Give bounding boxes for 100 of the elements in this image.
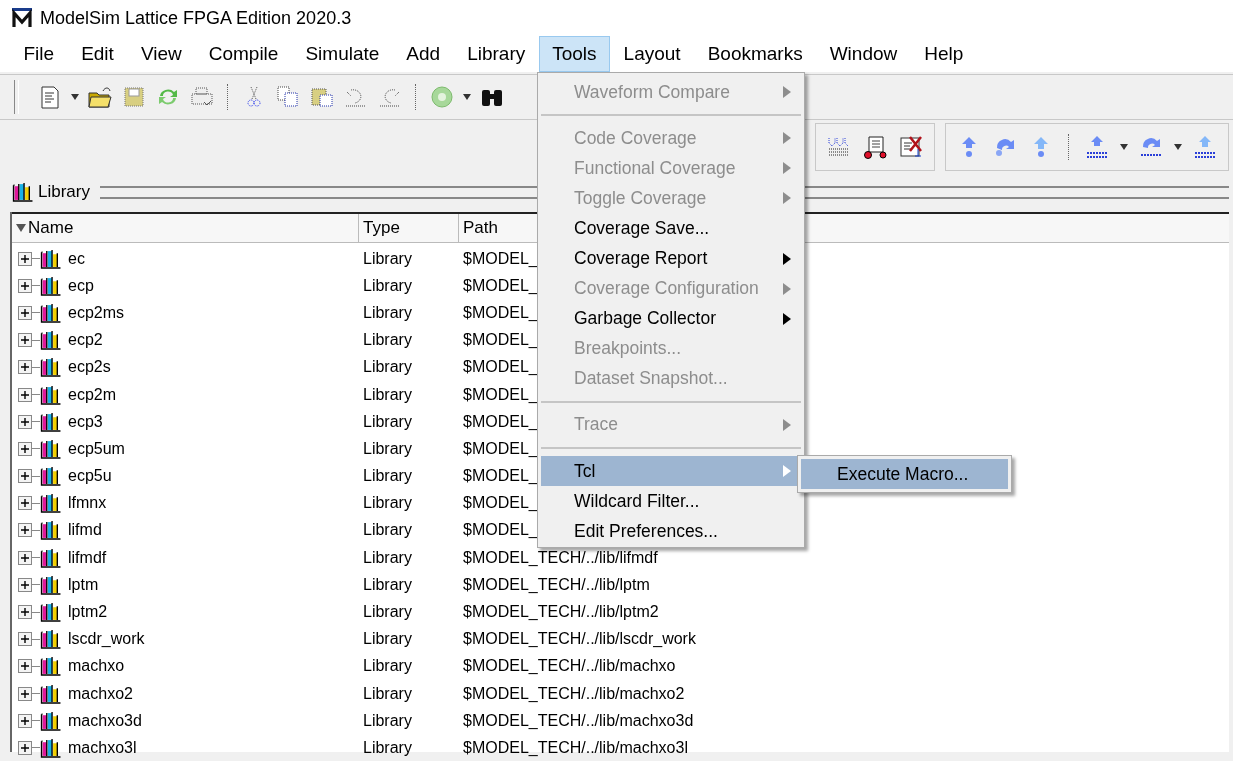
- library-name[interactable]: ecp2m: [68, 385, 117, 404]
- column-header[interactable]: Type: [359, 214, 459, 242]
- library-name[interactable]: ecp: [68, 276, 94, 295]
- expand-icon[interactable]: [18, 577, 32, 592]
- expand-icon[interactable]: [18, 305, 32, 320]
- menu-item[interactable]: Bookmarks: [694, 36, 817, 72]
- step-down-icon[interactable]: [1084, 134, 1110, 160]
- expand-icon[interactable]: [18, 496, 32, 511]
- expand-icon[interactable]: [18, 333, 32, 348]
- dropdown-caret-icon[interactable]: [1120, 144, 1128, 150]
- expand-icon[interactable]: [18, 632, 32, 647]
- library-name[interactable]: machxo: [68, 657, 125, 676]
- menu-item[interactable]: File: [10, 36, 68, 72]
- menu-label: Breakpoints...: [574, 338, 681, 360]
- table-cell-text: Library: [362, 603, 413, 622]
- table-cell-text: Library: [362, 385, 413, 404]
- library-icon: [40, 710, 62, 731]
- library-name[interactable]: lifmdf: [68, 548, 107, 567]
- copy-icon[interactable]: [275, 84, 301, 110]
- library-icon: [40, 275, 62, 296]
- expand-icon[interactable]: [18, 740, 32, 755]
- library-name[interactable]: ecp5u: [68, 467, 112, 486]
- expand-icon[interactable]: [18, 414, 32, 429]
- menu-item[interactable]: Help: [910, 36, 977, 72]
- sort-caret-icon[interactable]: [16, 223, 26, 233]
- menu-item[interactable]: Edit Preferences...: [541, 516, 801, 547]
- menu-item[interactable]: Simulate: [291, 36, 393, 72]
- library-name[interactable]: lifmd: [68, 521, 102, 540]
- expand-icon[interactable]: [18, 686, 32, 701]
- menu-item[interactable]: Edit: [67, 36, 128, 72]
- library-icon: [40, 737, 62, 758]
- column-header[interactable]: Path: [463, 218, 498, 238]
- table-cell-text: Library: [362, 358, 413, 377]
- library-name[interactable]: ec: [68, 249, 85, 268]
- expand-icon[interactable]: [18, 713, 32, 728]
- library-name[interactable]: machxo2: [68, 684, 133, 703]
- expand-icon[interactable]: [18, 387, 32, 402]
- library-name[interactable]: lptm2: [68, 603, 108, 622]
- expand-icon[interactable]: [18, 360, 32, 375]
- table-cell-text: $MODEL_TECH/../lib/machxo3d: [462, 711, 694, 730]
- dropdown-caret-icon[interactable]: [463, 94, 471, 100]
- library-name[interactable]: lscdr_work: [68, 630, 145, 649]
- menu-label: Waveform Compare: [574, 81, 730, 103]
- menu-item[interactable]: Garbage Collector: [541, 303, 801, 334]
- menu-label: Coverage Save...: [574, 217, 710, 239]
- library-name[interactable]: lptm: [68, 575, 99, 594]
- table-cell-text: $MODEL_TECH/../lib/lifmdf: [462, 548, 658, 567]
- expand-icon[interactable]: [18, 469, 32, 484]
- library-icon: [40, 520, 62, 541]
- menu-label: Tcl: [574, 460, 596, 482]
- menu-item[interactable]: Coverage Save...: [541, 213, 801, 244]
- library-name[interactable]: machxo3l: [68, 738, 137, 757]
- table-cell-text: Library: [362, 738, 413, 757]
- library-icon: [40, 602, 62, 623]
- expand-icon[interactable]: [18, 659, 32, 674]
- library-name[interactable]: ecp2: [68, 331, 103, 350]
- menu-item[interactable]: Window: [816, 36, 911, 72]
- library-icon: [40, 629, 62, 650]
- library-name[interactable]: machxo3d: [68, 711, 142, 730]
- menu-item[interactable]: Execute Macro...: [801, 459, 1008, 489]
- table-cell-text: Library: [362, 684, 413, 703]
- library-name[interactable]: ecp5um: [68, 439, 125, 458]
- table-cell-text: $MODEL_: [462, 412, 538, 431]
- expand-icon[interactable]: [18, 605, 32, 620]
- menu-item[interactable]: Compile: [195, 36, 292, 72]
- menu-item[interactable]: Wildcard Filter...: [541, 486, 801, 517]
- folder-icon[interactable]: [87, 84, 113, 110]
- step-up-icon[interactable]: [1192, 134, 1218, 160]
- window-title: ModelSim Lattice FPGA Edition 2020.3: [40, 7, 352, 29]
- dropdown-caret-icon[interactable]: [71, 94, 79, 100]
- scroll-cart-icon[interactable]: [862, 134, 888, 160]
- expand-icon[interactable]: [18, 523, 32, 538]
- document-x-icon[interactable]: [898, 134, 924, 160]
- table-cell-text: Library: [362, 657, 413, 676]
- dropdown-caret-icon[interactable]: [1174, 144, 1182, 150]
- expand-icon[interactable]: [18, 278, 32, 293]
- menu-item[interactable]: Tools: [538, 36, 611, 72]
- menu-label: Code Coverage: [574, 127, 697, 149]
- table-cell-text: $MODEL_TECH/../lib/machxo2: [462, 684, 685, 703]
- table-cell-text: $MODEL_TECH/../lib/lptm2: [462, 603, 659, 622]
- menu-item[interactable]: Add: [392, 36, 454, 72]
- table-cell-text: Library: [362, 548, 413, 567]
- library-name[interactable]: ecp2s: [68, 358, 111, 377]
- column-label: Name: [28, 218, 74, 238]
- menu-item[interactable]: Layout: [610, 36, 695, 72]
- expand-icon[interactable]: [18, 251, 32, 266]
- library-icon: [12, 182, 34, 202]
- table-cell-text: Library: [362, 494, 413, 513]
- library-name[interactable]: lfmnx: [68, 494, 107, 513]
- menu-item[interactable]: Library: [453, 36, 539, 72]
- library-name[interactable]: ecp2ms: [68, 303, 125, 322]
- expand-icon[interactable]: [18, 441, 32, 456]
- table-cell-text: $MODEL_: [462, 521, 538, 540]
- expand-icon[interactable]: [18, 550, 32, 565]
- library-name[interactable]: ecp3: [68, 412, 103, 431]
- menu-item[interactable]: Coverage Report: [541, 243, 801, 274]
- menu-label: Coverage Configuration: [574, 278, 759, 300]
- table-cell-text: Library: [362, 467, 413, 486]
- menu-item[interactable]: View: [127, 36, 196, 72]
- table-cell-text: $MODEL_: [462, 439, 538, 458]
